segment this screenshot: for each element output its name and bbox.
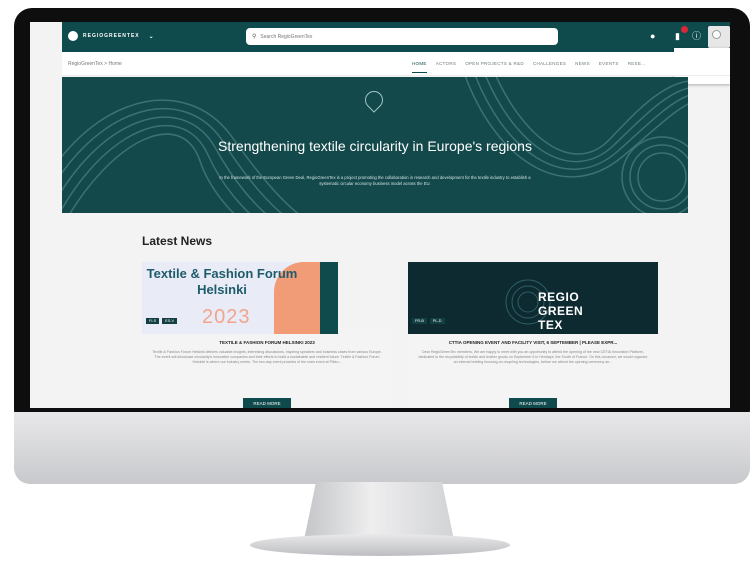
logo-text: REGIOGREENTEX bbox=[83, 33, 140, 39]
tab-news[interactable]: NEWS bbox=[575, 61, 590, 73]
image-caption: Textile & Fashion Forum Helsinki bbox=[146, 266, 298, 297]
tab-challenges[interactable]: CHALLENGES bbox=[533, 61, 566, 73]
tab-actors[interactable]: ACTORS bbox=[436, 61, 456, 73]
tab-events[interactable]: EVENTS bbox=[599, 61, 619, 73]
breadcrumb[interactable]: RegioGreenTex > Home bbox=[68, 61, 122, 67]
news-card-title[interactable]: CTTIA OPENING EVENT AND FACILITY VISIT, … bbox=[416, 340, 650, 345]
search-icon: ⚲ bbox=[252, 34, 257, 40]
news-card-body: CTTIA OPENING EVENT AND FACILITY VISIT, … bbox=[408, 334, 658, 408]
image-year: 2023 bbox=[202, 306, 251, 328]
logo-icon bbox=[68, 31, 78, 41]
tab-home[interactable]: HOME bbox=[412, 61, 427, 73]
nav-tabs: HOME ACTORS OPEN PROJECTS & R&D CHALLENG… bbox=[412, 61, 646, 73]
region-tag: FR-B bbox=[412, 318, 427, 324]
monitor-stand-neck bbox=[304, 482, 454, 540]
user-menu-button[interactable] bbox=[708, 26, 730, 48]
news-card-image[interactable]: REGIO GREEN TEX FR-B PL-D bbox=[408, 262, 658, 334]
region-tag: FI-S bbox=[146, 318, 160, 324]
region-tag: PL-D bbox=[429, 318, 445, 324]
product-mockup: REGIOGREENTEX ⌄ ⚲ ● ▮ ⓘ ⌂ Personal Home … bbox=[0, 0, 754, 564]
read-more-button[interactable]: READ MORE bbox=[243, 398, 291, 408]
news-card-body: TEXTILE & FASHION FORUM HELSINKI 2023 Te… bbox=[142, 334, 392, 408]
top-bar: REGIOGREENTEX ⌄ ⚲ ● ▮ ⓘ bbox=[62, 22, 730, 52]
read-more-button[interactable]: READ MORE bbox=[509, 398, 557, 408]
chevron-down-icon[interactable]: ⌄ bbox=[149, 33, 155, 40]
monitor-chin bbox=[14, 412, 750, 484]
browser-screen: REGIOGREENTEX ⌄ ⚲ ● ▮ ⓘ ⌂ Personal Home … bbox=[30, 22, 730, 408]
news-card-excerpt: Textile & Fashion Forum Helsinki deliver… bbox=[152, 350, 382, 364]
region-tags: FI-S ES-V bbox=[146, 318, 178, 324]
bell-icon[interactable]: ▮ bbox=[675, 30, 680, 42]
news-card-title[interactable]: TEXTILE & FASHION FORUM HELSINKI 2023 bbox=[150, 340, 384, 345]
help-icon[interactable]: ⓘ bbox=[692, 30, 701, 42]
image-caption: REGIO GREEN TEX bbox=[538, 290, 584, 332]
news-card[interactable]: Textile & Fashion Forum Helsinki 2023 FI… bbox=[142, 262, 392, 408]
hero-banner: Strengthening textile circularity in Eur… bbox=[62, 77, 688, 213]
avatar bbox=[712, 30, 721, 39]
monitor-stand-base bbox=[250, 534, 510, 556]
site-navigation: RegioGreenTex > Home HOME ACTORS OPEN PR… bbox=[62, 52, 730, 76]
region-tags: FR-B PL-D bbox=[412, 318, 445, 324]
region-tag: ES-V bbox=[162, 318, 178, 324]
search-box[interactable]: ⚲ bbox=[246, 28, 558, 45]
tab-research[interactable]: RESE... bbox=[628, 61, 646, 73]
notification-badge bbox=[681, 26, 688, 33]
news-card-excerpt: Dear RegioGreenTex members, We are happy… bbox=[418, 350, 648, 364]
latest-news-heading: Latest News bbox=[142, 234, 213, 248]
news-card-image[interactable]: Textile & Fashion Forum Helsinki 2023 FI… bbox=[142, 262, 338, 334]
site-logo[interactable]: REGIOGREENTEX ⌄ bbox=[68, 31, 155, 41]
image-pattern bbox=[505, 279, 551, 325]
search-input[interactable] bbox=[260, 33, 541, 40]
megaphone-icon[interactable]: ● bbox=[650, 30, 655, 42]
news-card[interactable]: REGIO GREEN TEX FR-B PL-D CTTIA OPENING … bbox=[408, 262, 658, 408]
hero-description: In the framework of the European Green D… bbox=[219, 175, 531, 186]
tab-open-projects[interactable]: OPEN PROJECTS & R&D bbox=[465, 61, 524, 73]
hero-title: Strengthening textile circularity in Eur… bbox=[218, 138, 532, 154]
